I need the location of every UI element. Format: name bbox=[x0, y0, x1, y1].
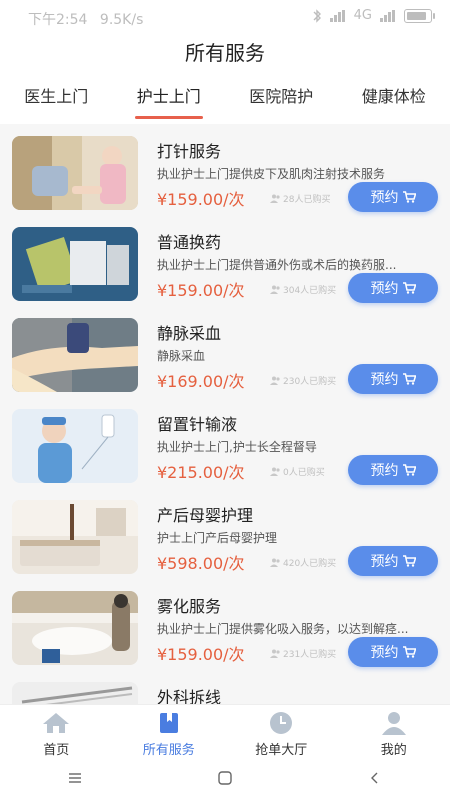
people-icon bbox=[270, 558, 280, 567]
service-price: ¥598.00/次 bbox=[157, 554, 245, 573]
service-card[interactable]: 产后母婴护理 护士上门产后母婴护理 ¥598.00/次 420人已购买 预约 bbox=[0, 488, 450, 578]
status-speed: 9.5K/s bbox=[99, 12, 144, 28]
book-label: 预约 bbox=[370, 645, 399, 661]
bought-count: 231人已购买 bbox=[270, 647, 336, 660]
people-icon bbox=[270, 467, 280, 476]
service-desc: 执业护士上门提供雾化吸入服务，以达到解痉... bbox=[157, 622, 409, 636]
service-title: 普通换药 bbox=[157, 233, 222, 252]
people-icon bbox=[270, 194, 280, 203]
service-list[interactable]: 打针服务 执业护士上门提供皮下及肌肉注射技术服务 ¥159.00/次 28人已购… bbox=[0, 124, 450, 704]
blood-draw-photo bbox=[12, 318, 138, 392]
service-title: 雾化服务 bbox=[157, 597, 222, 616]
nav-order-hall[interactable]: 抢单大厅 bbox=[225, 705, 338, 758]
bought-count: 230人已购买 bbox=[270, 374, 336, 387]
postpartum-room-photo bbox=[12, 500, 138, 574]
service-price: ¥159.00/次 bbox=[157, 190, 245, 209]
book-label: 预约 bbox=[370, 281, 399, 297]
signal-icon-2 bbox=[380, 9, 395, 22]
tab-health-checkup[interactable]: 健康体检 bbox=[362, 77, 426, 121]
service-price: ¥215.00/次 bbox=[157, 463, 245, 482]
cart-icon bbox=[402, 555, 416, 567]
home-square-icon[interactable] bbox=[217, 770, 233, 786]
book-button[interactable]: 预约 bbox=[348, 637, 438, 667]
book-button[interactable]: 预约 bbox=[348, 364, 438, 394]
book-button[interactable]: 预约 bbox=[348, 273, 438, 303]
service-card[interactable]: 留置针输液 执业护士上门,护士长全程督导 ¥215.00/次 0人已购买 预约 bbox=[0, 397, 450, 487]
bought-text: 304人已购买 bbox=[283, 286, 337, 296]
cart-icon bbox=[402, 464, 416, 476]
book-label: 预约 bbox=[370, 190, 399, 206]
bought-count: 28人已购买 bbox=[270, 192, 330, 205]
service-desc: 执业护士上门提供普通外伤或术后的换药服... bbox=[157, 258, 397, 272]
book-button[interactable]: 预约 bbox=[348, 182, 438, 212]
service-card[interactable]: 静脉采血 静脉采血 ¥169.00/次 230人已购买 预约 bbox=[0, 306, 450, 396]
service-title: 打针服务 bbox=[157, 142, 222, 161]
cart-icon bbox=[402, 191, 416, 203]
nav-profile[interactable]: 我的 bbox=[338, 705, 450, 758]
category-tabs: 医生上门 护士上门 医院陪护 健康体检 bbox=[0, 74, 450, 124]
service-title: 产后母婴护理 bbox=[157, 506, 254, 525]
bought-text: 28人已购买 bbox=[283, 195, 331, 205]
service-desc: 静脉采血 bbox=[157, 349, 206, 363]
menu-icon[interactable] bbox=[67, 770, 83, 786]
tab-hospital-escort[interactable]: 医院陪护 bbox=[249, 77, 313, 121]
service-card[interactable]: 普通换药 执业护士上门提供普通外伤或术后的换药服... ¥159.00/次 30… bbox=[0, 215, 450, 305]
service-desc: 护士上门产后母婴护理 bbox=[157, 531, 278, 545]
infusion-photo bbox=[12, 409, 138, 483]
people-icon bbox=[270, 649, 280, 658]
service-price: ¥169.00/次 bbox=[157, 372, 245, 391]
injection-photo bbox=[12, 136, 138, 210]
home-icon bbox=[43, 713, 70, 733]
bought-text: 420人已购买 bbox=[283, 559, 337, 569]
people-icon bbox=[270, 376, 280, 385]
clock-icon bbox=[270, 712, 293, 734]
status-bar: 下午2:54 9.5K/s 4G bbox=[0, 0, 450, 34]
tab-nurse-visit[interactable]: 护士上门 bbox=[134, 77, 203, 121]
book-button[interactable]: 预约 bbox=[348, 455, 438, 485]
service-card[interactable]: 外科拆线 bbox=[0, 670, 450, 704]
bought-text: 0人已购买 bbox=[283, 468, 325, 478]
service-card[interactable]: 打针服务 执业护士上门提供皮下及肌肉注射技术服务 ¥159.00/次 28人已购… bbox=[0, 124, 450, 214]
people-icon bbox=[270, 285, 280, 294]
system-nav-bar bbox=[0, 756, 450, 800]
bought-text: 230人已购买 bbox=[283, 377, 337, 387]
bluetooth-icon bbox=[313, 8, 321, 23]
service-title: 外科拆线 bbox=[157, 688, 222, 704]
bought-count: 420人已购买 bbox=[270, 556, 336, 569]
service-card[interactable]: 雾化服务 执业护士上门提供雾化吸入服务，以达到解痉... ¥159.00/次 2… bbox=[0, 579, 450, 669]
service-price: ¥159.00/次 bbox=[157, 281, 245, 300]
service-desc: 执业护士上门,护士长全程督导 bbox=[157, 440, 317, 454]
services-icon bbox=[159, 713, 178, 733]
service-title: 留置针输液 bbox=[157, 415, 238, 434]
tab-doctor-visit[interactable]: 医生上门 bbox=[24, 77, 88, 121]
signal-icon bbox=[329, 9, 345, 22]
suture-photo bbox=[12, 682, 138, 704]
book-label: 预约 bbox=[370, 463, 399, 479]
profile-icon bbox=[381, 712, 406, 735]
dressing-photo bbox=[12, 227, 138, 301]
battery-icon bbox=[404, 8, 435, 23]
book-button[interactable]: 预约 bbox=[348, 546, 438, 576]
service-desc: 执业护士上门提供皮下及肌肉注射技术服务 bbox=[157, 167, 386, 181]
bought-count: 304人已购买 bbox=[270, 283, 336, 296]
cart-icon bbox=[402, 282, 416, 294]
bought-text: 231人已购买 bbox=[283, 650, 337, 660]
bottom-nav: 首页 所有服务 抢单大厅 我的 bbox=[0, 704, 450, 758]
cart-icon bbox=[402, 373, 416, 385]
status-time: 下午2:54 bbox=[28, 12, 88, 28]
cart-icon bbox=[402, 646, 416, 658]
nebulizer-photo bbox=[12, 591, 138, 665]
book-label: 预约 bbox=[370, 554, 399, 570]
service-title: 静脉采血 bbox=[157, 324, 222, 343]
nav-home[interactable]: 首页 bbox=[0, 705, 113, 758]
back-icon[interactable] bbox=[367, 770, 383, 786]
nav-services[interactable]: 所有服务 bbox=[113, 705, 226, 758]
header: 所有服务 bbox=[0, 34, 450, 74]
service-price: ¥159.00/次 bbox=[157, 645, 245, 664]
page-title: 所有服务 bbox=[185, 41, 265, 65]
network-label: 4G bbox=[353, 8, 372, 23]
bought-count: 0人已购买 bbox=[270, 465, 325, 478]
book-label: 预约 bbox=[370, 372, 399, 388]
